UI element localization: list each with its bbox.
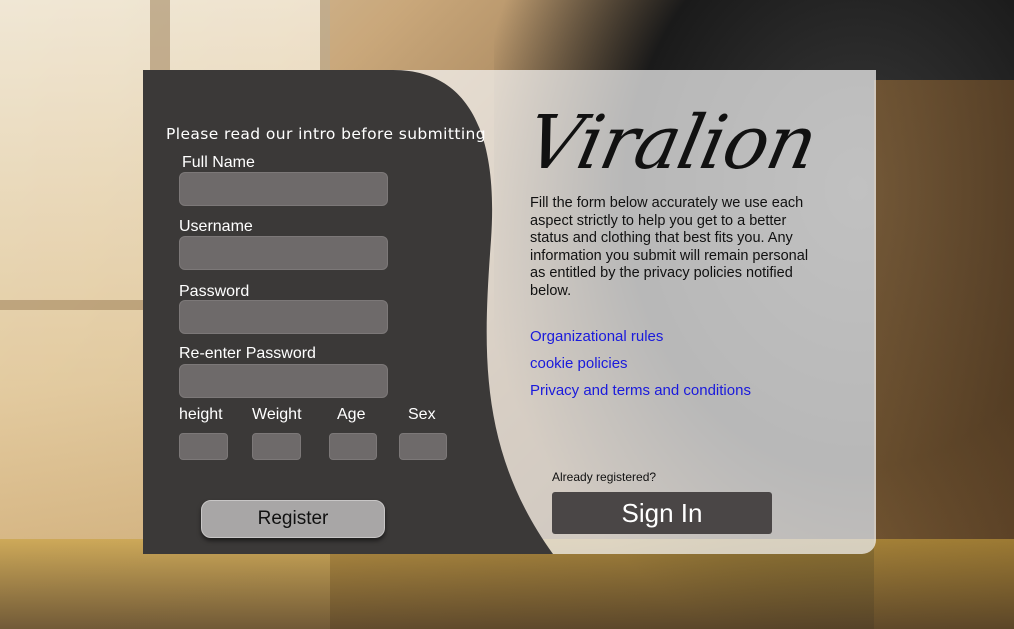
weight-label: Weight — [252, 406, 302, 423]
reenter-password-label: Re-enter Password — [179, 345, 316, 362]
password-input[interactable] — [179, 300, 388, 334]
sex-input[interactable] — [399, 433, 447, 460]
register-button[interactable]: Register — [201, 500, 385, 538]
cookie-policies-link[interactable]: cookie policies — [530, 355, 628, 372]
full-name-label: Full Name — [182, 154, 255, 171]
password-label: Password — [179, 283, 250, 300]
window-frame — [0, 0, 160, 310]
sign-in-button[interactable]: Sign In — [552, 492, 772, 534]
username-input[interactable] — [179, 236, 388, 270]
intro-text: Please read our intro before submitting — [166, 125, 486, 143]
privacy-terms-link[interactable]: Privacy and terms and conditions — [530, 382, 751, 399]
form-description: Fill the form below accurately we use ea… — [530, 195, 809, 299]
signup-card: Please read our intro before submitting … — [143, 70, 876, 554]
height-input[interactable] — [179, 433, 228, 460]
height-label: height — [179, 406, 223, 423]
reenter-password-input[interactable] — [179, 364, 388, 398]
sex-label: Sex — [408, 406, 436, 423]
age-input[interactable] — [329, 433, 377, 460]
username-label: Username — [179, 218, 253, 235]
organizational-rules-link[interactable]: Organizational rules — [530, 328, 663, 345]
already-registered-text: Already registered? — [552, 470, 657, 484]
weight-input[interactable] — [252, 433, 301, 460]
full-name-input[interactable] — [179, 172, 388, 206]
age-label: Age — [337, 406, 366, 423]
brand-logo: Viralion — [518, 100, 824, 186]
